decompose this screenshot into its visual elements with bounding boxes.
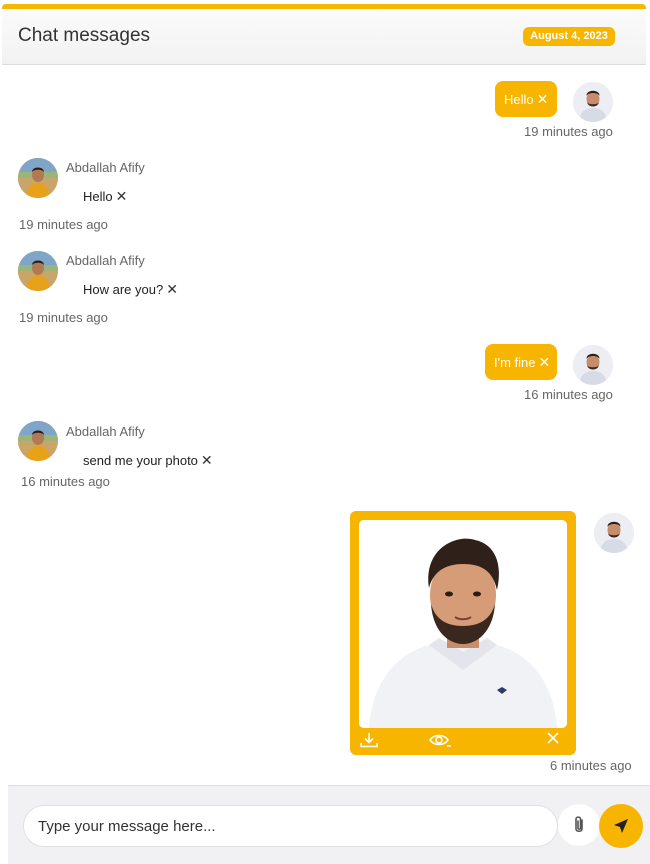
attach-button[interactable] — [558, 804, 600, 846]
avatar — [18, 251, 58, 291]
message-timestamp: 19 minutes ago — [524, 124, 613, 139]
message-text: How are you? — [83, 282, 164, 297]
date-badge: August 4, 2023 — [523, 27, 615, 46]
sender-name: Abdallah Afify — [66, 160, 145, 175]
message-input[interactable] — [23, 805, 558, 847]
download-icon[interactable] — [358, 731, 380, 754]
avatar — [18, 158, 58, 198]
user-avatar-image — [573, 345, 613, 385]
sender-name: Abdallah Afify — [66, 424, 145, 439]
message-timestamp: 6 minutes ago — [550, 758, 632, 773]
incoming-message-bubble: How are you? ✕ — [83, 281, 178, 298]
chat-card: Chat messages August 4, 2023 Hello ✕ 19 m… — [0, 0, 650, 864]
portrait-photo — [359, 520, 567, 728]
message-timestamp: 16 minutes ago — [21, 474, 110, 489]
chat-header: Chat messages August 4, 2023 — [2, 9, 646, 65]
message-composer — [8, 785, 650, 864]
send-icon — [614, 819, 628, 833]
sender-name: Abdallah Afify — [66, 253, 145, 268]
message-text: send me your photo — [83, 453, 198, 468]
delete-message-icon[interactable]: ✕ — [539, 344, 551, 380]
contact-avatar-image — [18, 251, 58, 291]
outgoing-message-bubble: I'm fine ✕ — [485, 344, 557, 380]
incoming-message-bubble: send me your photo ✕ — [83, 452, 213, 469]
user-avatar-image — [594, 513, 634, 553]
outgoing-photo-message — [350, 511, 576, 755]
outgoing-message-bubble: Hello ✕ — [495, 81, 557, 117]
avatar — [573, 345, 613, 385]
incoming-message-bubble: Hello ✕ — [83, 188, 127, 205]
delete-message-icon[interactable]: ✕ — [166, 281, 178, 298]
delete-message-icon[interactable]: ✕ — [201, 452, 213, 469]
avatar — [573, 82, 613, 122]
eye-icon[interactable] — [428, 731, 452, 754]
message-timestamp: 16 minutes ago — [524, 387, 613, 402]
message-text: I'm fine — [494, 355, 536, 370]
photo-actions — [350, 729, 576, 755]
message-text: Hello — [83, 189, 113, 204]
send-button[interactable] — [599, 804, 643, 848]
delete-message-icon[interactable]: ✕ — [537, 81, 549, 117]
paperclip-icon — [575, 816, 583, 833]
delete-message-icon[interactable]: ✕ — [116, 188, 128, 205]
user-avatar-image — [573, 82, 613, 122]
page-title: Chat messages — [18, 25, 151, 46]
avatar — [18, 421, 58, 461]
close-icon[interactable] — [546, 731, 560, 750]
contact-avatar-image — [18, 421, 58, 461]
avatar — [594, 513, 634, 553]
message-timestamp: 19 minutes ago — [19, 217, 108, 232]
contact-avatar-image — [18, 158, 58, 198]
message-text: Hello — [504, 92, 534, 107]
message-timestamp: 19 minutes ago — [19, 310, 108, 325]
photo-preview[interactable] — [359, 520, 567, 728]
